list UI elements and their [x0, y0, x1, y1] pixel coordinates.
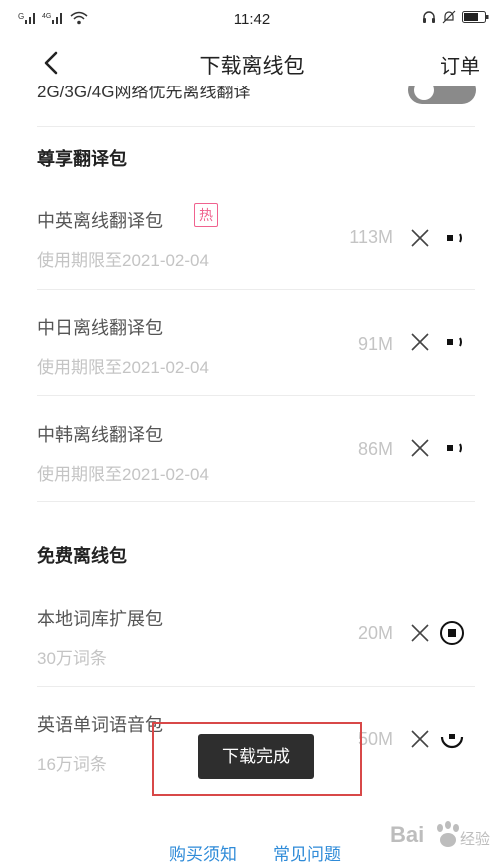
cancel-download-icon[interactable] [410, 623, 430, 643]
hot-badge: 热 [194, 203, 218, 227]
status-bar: G 4G 11:42 [0, 0, 504, 40]
divider [37, 289, 475, 290]
battery-icon [462, 11, 489, 23]
pack-name: 中日离线翻译包 [37, 318, 163, 338]
pack-size: 91M [357, 334, 393, 354]
cancel-download-icon[interactable] [410, 729, 430, 749]
pack-expiry: 使用期限至2021-02-04 [37, 465, 209, 484]
cancel-download-icon[interactable] [410, 438, 430, 458]
page-title: 下载离线包 [199, 55, 305, 78]
purchase-notice-link[interactable]: 购买须知 [169, 840, 237, 864]
pack-row-cn-ko[interactable]: 中韩离线翻译包 使用期限至2021-02-04 86M [0, 417, 504, 503]
nav-bar: 下载离线包 订单 [0, 40, 504, 86]
premium-section-title: 尊享翻译包 [37, 149, 127, 169]
pack-row-cn-ja[interactable]: 中日离线翻译包 使用期限至2021-02-04 91M [0, 310, 504, 396]
pack-size: 20M [357, 623, 393, 643]
offline-priority-setting: 2G/3G/4G网络优先离线翻译 [0, 86, 504, 114]
orders-button[interactable]: 订单 [440, 50, 480, 79]
downloading-progress-icon[interactable] [439, 435, 465, 461]
pack-row-cn-en[interactable]: 中英离线翻译包 热 使用期限至2021-02-04 113M [0, 203, 504, 289]
pack-expiry: 使用期限至2021-02-04 [37, 251, 209, 270]
pack-name: 中英离线翻译包 [37, 211, 163, 231]
status-right-icons [422, 10, 490, 24]
headset-icon [423, 11, 435, 23]
svg-text:经验: 经验 [460, 830, 490, 848]
pack-name: 本地词库扩展包 [37, 609, 163, 629]
baidu-watermark-logo: Bai 经验 [390, 821, 490, 848]
pack-size: 50M [357, 729, 393, 749]
annotation-highlight-box [152, 722, 362, 796]
cancel-download-icon[interactable] [410, 228, 430, 248]
divider [37, 501, 475, 502]
svg-text:Bai: Bai [390, 822, 424, 847]
pack-expiry: 使用期限至2021-02-04 [37, 358, 209, 377]
paused-download-icon[interactable] [439, 620, 465, 646]
downloading-progress-icon[interactable] [439, 225, 465, 251]
divider [37, 686, 475, 687]
pack-word-count: 16万词条 [37, 755, 107, 774]
cancel-download-icon[interactable] [410, 332, 430, 352]
pack-name: 英语单词语音包 [37, 715, 163, 735]
divider [37, 395, 475, 396]
notification-muted-icon [442, 10, 456, 24]
pack-row-dictionary[interactable]: 本地词库扩展包 30万词条 20M [0, 602, 504, 688]
offline-priority-label: 2G/3G/4G网络优先离线翻译 [37, 86, 251, 101]
pack-size: 86M [357, 439, 393, 459]
offline-priority-toggle[interactable] [408, 86, 476, 104]
pack-name: 中韩离线翻译包 [37, 425, 163, 445]
downloading-progress-icon[interactable] [439, 726, 465, 752]
faq-link[interactable]: 常见问题 [273, 840, 341, 864]
downloading-progress-icon[interactable] [439, 329, 465, 355]
pack-word-count: 30万词条 [37, 649, 107, 668]
free-section-title: 免费离线包 [37, 546, 127, 566]
divider [37, 126, 475, 127]
pack-size: 113M [349, 227, 393, 247]
toggle-knob [414, 86, 434, 100]
